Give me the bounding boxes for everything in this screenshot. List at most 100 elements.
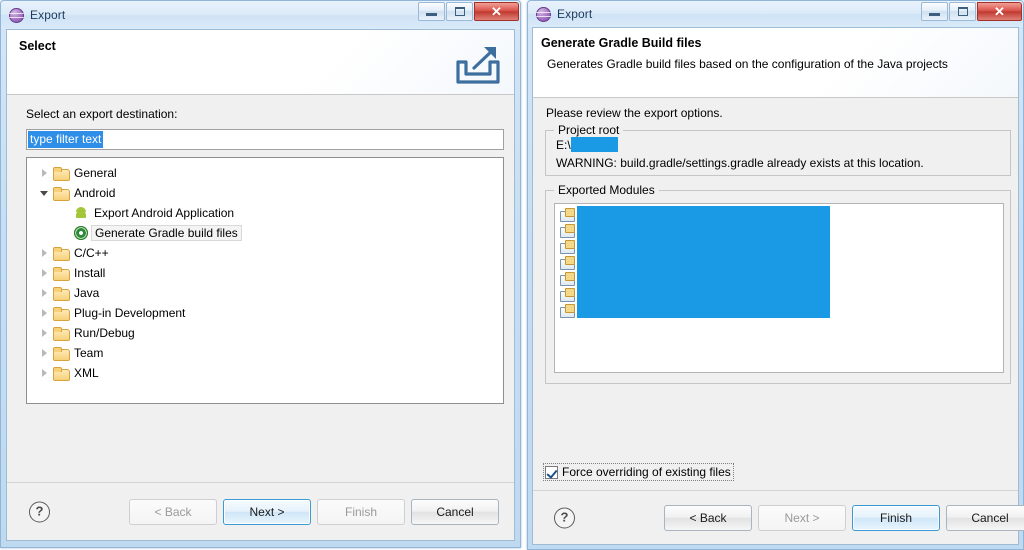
gradle-page-content: Please review the export options. Projec… bbox=[533, 98, 1018, 490]
wizard-buttons-left: < Back Next > Finish Cancel bbox=[129, 499, 499, 525]
minimize-button[interactable] bbox=[921, 2, 948, 21]
window-controls-left: ✕ bbox=[418, 2, 519, 21]
tree-item-label: Install bbox=[74, 266, 106, 280]
help-icon[interactable]: ? bbox=[554, 507, 575, 528]
minimize-button[interactable] bbox=[418, 2, 445, 21]
tree-item-label: Plug-in Development bbox=[74, 306, 186, 320]
close-button[interactable]: ✕ bbox=[977, 2, 1022, 21]
project-root-path-redaction bbox=[570, 137, 618, 152]
chevron-right-icon[interactable] bbox=[37, 349, 51, 357]
destination-label: Select an export destination: bbox=[26, 107, 178, 121]
window-controls-right: ✕ bbox=[921, 2, 1022, 21]
chevron-right-icon[interactable] bbox=[37, 289, 51, 297]
eclipse-sphere-icon bbox=[9, 7, 24, 23]
cancel-button[interactable]: Cancel bbox=[946, 505, 1024, 531]
tree-item-android[interactable]: Android bbox=[27, 183, 503, 203]
help-icon[interactable]: ? bbox=[29, 501, 50, 522]
next-button[interactable]: Next > bbox=[223, 499, 311, 525]
window-title: Export bbox=[557, 7, 593, 21]
folder-icon bbox=[53, 246, 70, 261]
select-page-content: Select an export destination: type filte… bbox=[7, 95, 514, 482]
list-item[interactable] bbox=[555, 302, 1003, 318]
export-wizard-window-select: Export ✕ Select Select an export destina… bbox=[0, 0, 521, 548]
project-icon bbox=[559, 223, 575, 238]
tree-item-generate-gradle-build-files[interactable]: Generate Gradle build files bbox=[27, 223, 503, 243]
titlebar-left[interactable]: Export ✕ bbox=[1, 1, 520, 29]
finish-button[interactable]: Finish bbox=[317, 499, 405, 525]
wizard-buttons-right: < Back Next > Finish Cancel bbox=[664, 505, 1024, 531]
tree-item-java[interactable]: Java bbox=[27, 283, 503, 303]
list-item[interactable] bbox=[555, 270, 1003, 286]
module-name-redaction bbox=[577, 254, 830, 270]
dialog-body-right: Generate Gradle Build files Generates Gr… bbox=[532, 27, 1024, 545]
exported-modules-list[interactable] bbox=[554, 203, 1004, 373]
project-icon bbox=[559, 207, 575, 222]
folder-icon bbox=[53, 286, 70, 301]
folder-icon bbox=[53, 306, 70, 321]
chevron-right-icon[interactable] bbox=[37, 169, 51, 177]
chevron-down-icon[interactable] bbox=[37, 190, 51, 196]
tree-item-team[interactable]: Team bbox=[27, 343, 503, 363]
maximize-icon bbox=[454, 7, 465, 16]
titlebar-right[interactable]: Export ✕ bbox=[528, 1, 1023, 27]
chevron-right-icon[interactable] bbox=[37, 269, 51, 277]
list-item[interactable] bbox=[555, 238, 1003, 254]
module-name-redaction bbox=[577, 222, 830, 238]
eclipse-sphere-icon bbox=[536, 6, 551, 22]
tree-item-label: Android bbox=[74, 186, 116, 200]
minimize-icon bbox=[929, 12, 940, 16]
tree-item-general[interactable]: General bbox=[27, 163, 503, 183]
project-root-path: E:\ bbox=[556, 137, 618, 152]
minimize-icon bbox=[426, 12, 437, 16]
page-title: Select bbox=[19, 39, 56, 53]
chevron-right-icon[interactable] bbox=[37, 249, 51, 257]
tree-item-export-android-application[interactable]: Export Android Application bbox=[27, 203, 503, 223]
maximize-button[interactable] bbox=[446, 2, 473, 21]
tree-item-label: Generate Gradle build files bbox=[91, 225, 242, 241]
force-override-checkbox[interactable]: Force overriding of existing files bbox=[543, 463, 734, 481]
exported-modules-group: Exported Modules bbox=[545, 183, 1011, 384]
back-button[interactable]: < Back bbox=[129, 499, 217, 525]
project-icon bbox=[559, 271, 575, 286]
tree-item-run-debug[interactable]: Run/Debug bbox=[27, 323, 503, 343]
chevron-right-icon[interactable] bbox=[37, 309, 51, 317]
tree-item-label: C/C++ bbox=[74, 246, 109, 260]
next-button[interactable]: Next > bbox=[758, 505, 846, 531]
tree-item-c-cpp[interactable]: C/C++ bbox=[27, 243, 503, 263]
tree-item-xml[interactable]: XML bbox=[27, 363, 503, 383]
tree-item-label: General bbox=[74, 166, 117, 180]
chevron-right-icon[interactable] bbox=[37, 329, 51, 337]
maximize-icon bbox=[957, 7, 968, 16]
list-item[interactable] bbox=[555, 222, 1003, 238]
list-item[interactable] bbox=[555, 254, 1003, 270]
module-name-redaction bbox=[577, 206, 830, 222]
filter-input[interactable]: type filter text bbox=[26, 129, 504, 150]
checkbox-icon[interactable] bbox=[545, 465, 558, 479]
project-icon bbox=[559, 287, 575, 302]
list-item[interactable] bbox=[555, 286, 1003, 302]
folder-icon bbox=[53, 266, 70, 281]
back-button[interactable]: < Back bbox=[664, 505, 752, 531]
tree-item-label: XML bbox=[74, 366, 99, 380]
dialog-body-left: Select Select an export destination: typ… bbox=[6, 29, 515, 541]
tree-item-install[interactable]: Install bbox=[27, 263, 503, 283]
folder-icon bbox=[53, 166, 70, 181]
project-root-group: Project root E:\ WARNING: build.gradle/s… bbox=[545, 123, 1011, 176]
chevron-right-icon[interactable] bbox=[37, 369, 51, 377]
tree-item-plugin-development[interactable]: Plug-in Development bbox=[27, 303, 503, 323]
list-item[interactable] bbox=[555, 206, 1003, 222]
export-wizard-window-gradle: Export ✕ Generate Gradle Build files Gen… bbox=[527, 0, 1024, 550]
window-title: Export bbox=[30, 8, 66, 22]
folder-icon bbox=[53, 346, 70, 361]
project-icon bbox=[559, 239, 575, 254]
project-icon bbox=[559, 255, 575, 270]
page-subtitle: Generates Gradle build files based on th… bbox=[547, 57, 948, 71]
export-destination-tree[interactable]: General Android Export Android Applicati… bbox=[26, 157, 504, 404]
screenshot-root: Export ✕ Select Select an export destina… bbox=[0, 0, 1024, 550]
project-root-path-prefix: E:\ bbox=[556, 137, 571, 152]
finish-button[interactable]: Finish bbox=[852, 505, 940, 531]
maximize-button[interactable] bbox=[949, 2, 976, 21]
cancel-button[interactable]: Cancel bbox=[411, 499, 499, 525]
close-button[interactable]: ✕ bbox=[474, 2, 519, 21]
force-override-label: Force overriding of existing files bbox=[562, 465, 731, 479]
